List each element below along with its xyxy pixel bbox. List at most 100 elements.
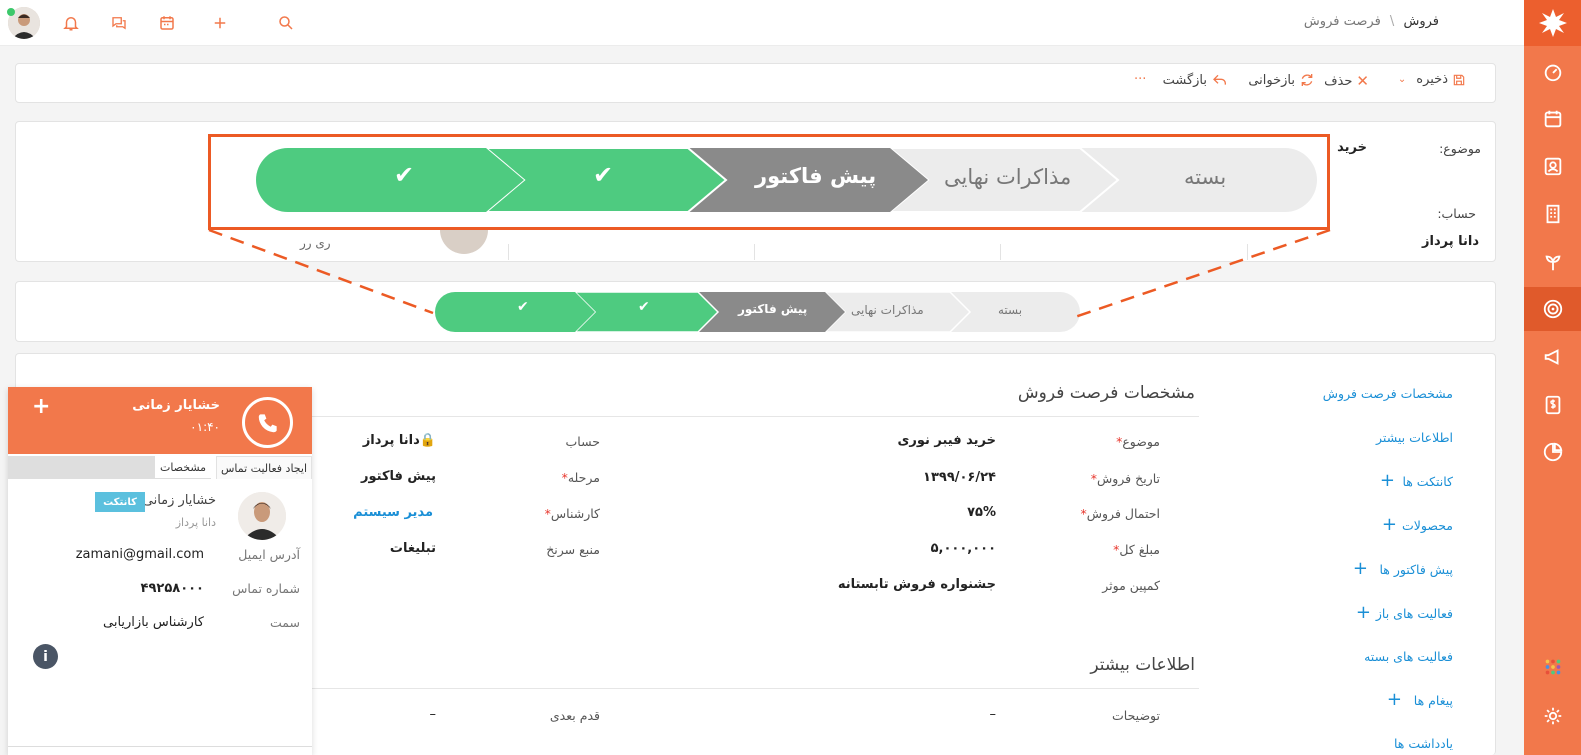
contact-badge: کانتکت (95, 492, 145, 512)
summary-subject-label: موضوع: (1439, 141, 1481, 156)
stage-proforma-large-label: پیش فاکتور (755, 164, 877, 188)
details-divider (312, 416, 1199, 417)
online-status-dot (7, 8, 15, 16)
more-options-button[interactable]: ··· (1134, 72, 1146, 87)
add-message-button[interactable]: + (1387, 689, 1402, 710)
sale-date-value: ۱۳۹۹/۰۶/۲۴ (923, 470, 996, 485)
contact-name[interactable]: خشایار زمانی (143, 493, 216, 508)
phone-call-button[interactable] (242, 397, 293, 448)
target-icon[interactable] (1524, 287, 1581, 331)
check-icon: ✔ (638, 299, 650, 315)
role-label: سمت (270, 615, 300, 630)
top-bar: فروش \ فرصت فروش (0, 0, 1524, 46)
stage-proforma-small-label: پیش فاکتور (738, 302, 808, 316)
lead-source-value: تبلیغات (389, 541, 436, 556)
stage-closed-large-label: بسته (1184, 165, 1227, 189)
call-header: خشایار زمانی ۰۱:۴۰ + (8, 387, 312, 454)
megaphone-icon[interactable] (1524, 335, 1581, 379)
email-label: آدرس ایمیل (238, 547, 300, 562)
subject-value: خرید فیبر نوری (897, 433, 996, 448)
account-label: حساب (565, 434, 600, 449)
back-label: بازگشت (1162, 72, 1207, 88)
tab-details[interactable]: مشخصات (155, 456, 211, 479)
amount-label: مبلغ کل* (1113, 542, 1160, 557)
building-icon[interactable] (1524, 192, 1581, 236)
account-value[interactable]: 🔒دانا پرداز (363, 433, 436, 448)
summary-account-value[interactable]: دانا پرداز (1422, 234, 1479, 249)
search-icon[interactable] (275, 12, 297, 34)
breadcrumb-separator: \ (1389, 14, 1395, 29)
nav-more-info[interactable]: اطلاعات بیشتر (1376, 430, 1453, 445)
contact-card-icon[interactable] (1524, 144, 1581, 188)
call-bottom-divider (8, 746, 312, 747)
call-popup: خشایار زمانی ۰۱:۴۰ + مشخصات ایجاد فعالیت… (8, 387, 312, 755)
save-button[interactable]: ذخیره ⌄ (1398, 72, 1466, 87)
apps-grid-icon[interactable] (1524, 645, 1581, 689)
expert-value[interactable]: مدیر سیستم (353, 505, 433, 520)
sprout-icon[interactable] (1524, 240, 1581, 284)
calendar-icon[interactable] (1524, 97, 1581, 141)
nav-details[interactable]: مشخصات فرصت فروش (1323, 386, 1453, 401)
nav-open-activities[interactable]: فعالیت های باز (1376, 606, 1453, 621)
stage-label: مرحله* (561, 470, 600, 485)
email-value[interactable]: zamani@gmail.com (76, 547, 204, 562)
chat-icon[interactable] (108, 12, 130, 34)
nav-closed-activities[interactable]: فعالیت های بسته (1364, 649, 1453, 664)
add-icon[interactable] (209, 12, 231, 34)
summary-divider-1 (508, 244, 509, 260)
subject-label: موضوع* (1116, 434, 1160, 449)
refresh-icon (1301, 74, 1313, 86)
calendar-top-icon[interactable] (156, 12, 178, 34)
reload-button[interactable]: بازخوانی (1248, 72, 1315, 88)
phone-label: شماره تماس (232, 581, 300, 596)
next-step-label: قدم بعدی (549, 708, 600, 723)
check-icon: ✔ (593, 161, 614, 189)
nav-contacts[interactable]: کانتکت ها (1402, 474, 1453, 489)
summary-account-label: حساب: (1437, 206, 1476, 221)
summary-divider-4 (1247, 244, 1248, 260)
save-icon (1453, 74, 1465, 85)
nav-products[interactable]: محصولات (1402, 518, 1453, 533)
dashboard-icon[interactable] (1524, 50, 1581, 94)
description-label: توضیحات (1112, 708, 1160, 723)
app-logo[interactable] (1524, 0, 1581, 46)
expert-label: کارشناس* (544, 506, 600, 521)
tab-bar-empty (8, 456, 155, 479)
details-section-title: مشخصات فرصت فروش (1017, 383, 1195, 403)
call-add-button[interactable]: + (32, 394, 50, 419)
pie-chart-icon[interactable] (1524, 430, 1581, 474)
nav-proformas[interactable]: پیش فاکتور ها (1379, 562, 1453, 577)
bell-icon[interactable] (60, 12, 82, 34)
tab-create-call-activity[interactable]: ایجاد فعالیت تماس (216, 456, 312, 479)
add-contact-button[interactable]: + (1380, 470, 1395, 491)
amount-value: ۵,۰۰۰,۰۰۰ (930, 541, 996, 556)
back-button[interactable]: بازگشت (1163, 72, 1229, 88)
add-activity-button[interactable]: + (1356, 602, 1371, 623)
phone-icon (258, 413, 277, 432)
chevron-down-icon[interactable]: ⌄ (1398, 74, 1406, 85)
stage-final-small-label: مذاکرات نهایی (851, 303, 924, 317)
settings-gear-icon[interactable] (1524, 694, 1581, 738)
nav-messages[interactable]: پیغام ها (1414, 693, 1453, 708)
caller-name: خشایار زمانی (132, 398, 220, 413)
invoice-dollar-icon[interactable] (1524, 383, 1581, 427)
nav-notes[interactable]: یادداشت ها (1394, 736, 1453, 751)
breadcrumb-root[interactable]: فروش (1403, 14, 1439, 29)
stage-done-1-large[interactable] (256, 148, 524, 212)
breadcrumb-current[interactable]: فرصت فروش (1304, 14, 1381, 29)
lead-source-label: منبع سرنخ (546, 542, 600, 557)
add-proforma-button[interactable]: + (1353, 558, 1368, 579)
campaign-value[interactable]: جشنواره فروش تابستانه (838, 577, 996, 592)
reload-label: بازخوانی (1248, 72, 1295, 88)
summary-subject-value: خرید (1337, 140, 1367, 155)
logo-icon (1538, 9, 1567, 37)
add-product-button[interactable]: + (1382, 514, 1397, 535)
sale-date-label: تاریخ فروش* (1090, 471, 1160, 486)
info-icon[interactable]: i (33, 644, 58, 669)
delete-label: حذف (1324, 73, 1353, 89)
probability-label: احتمال فروش* (1080, 506, 1160, 521)
phone-value[interactable]: ۴۹۲۵۸۰۰۰ (141, 581, 204, 596)
delete-button[interactable]: ✕ حذف (1324, 72, 1369, 90)
stage-done-1-small[interactable] (435, 292, 595, 332)
summary-divider-2 (754, 244, 755, 260)
